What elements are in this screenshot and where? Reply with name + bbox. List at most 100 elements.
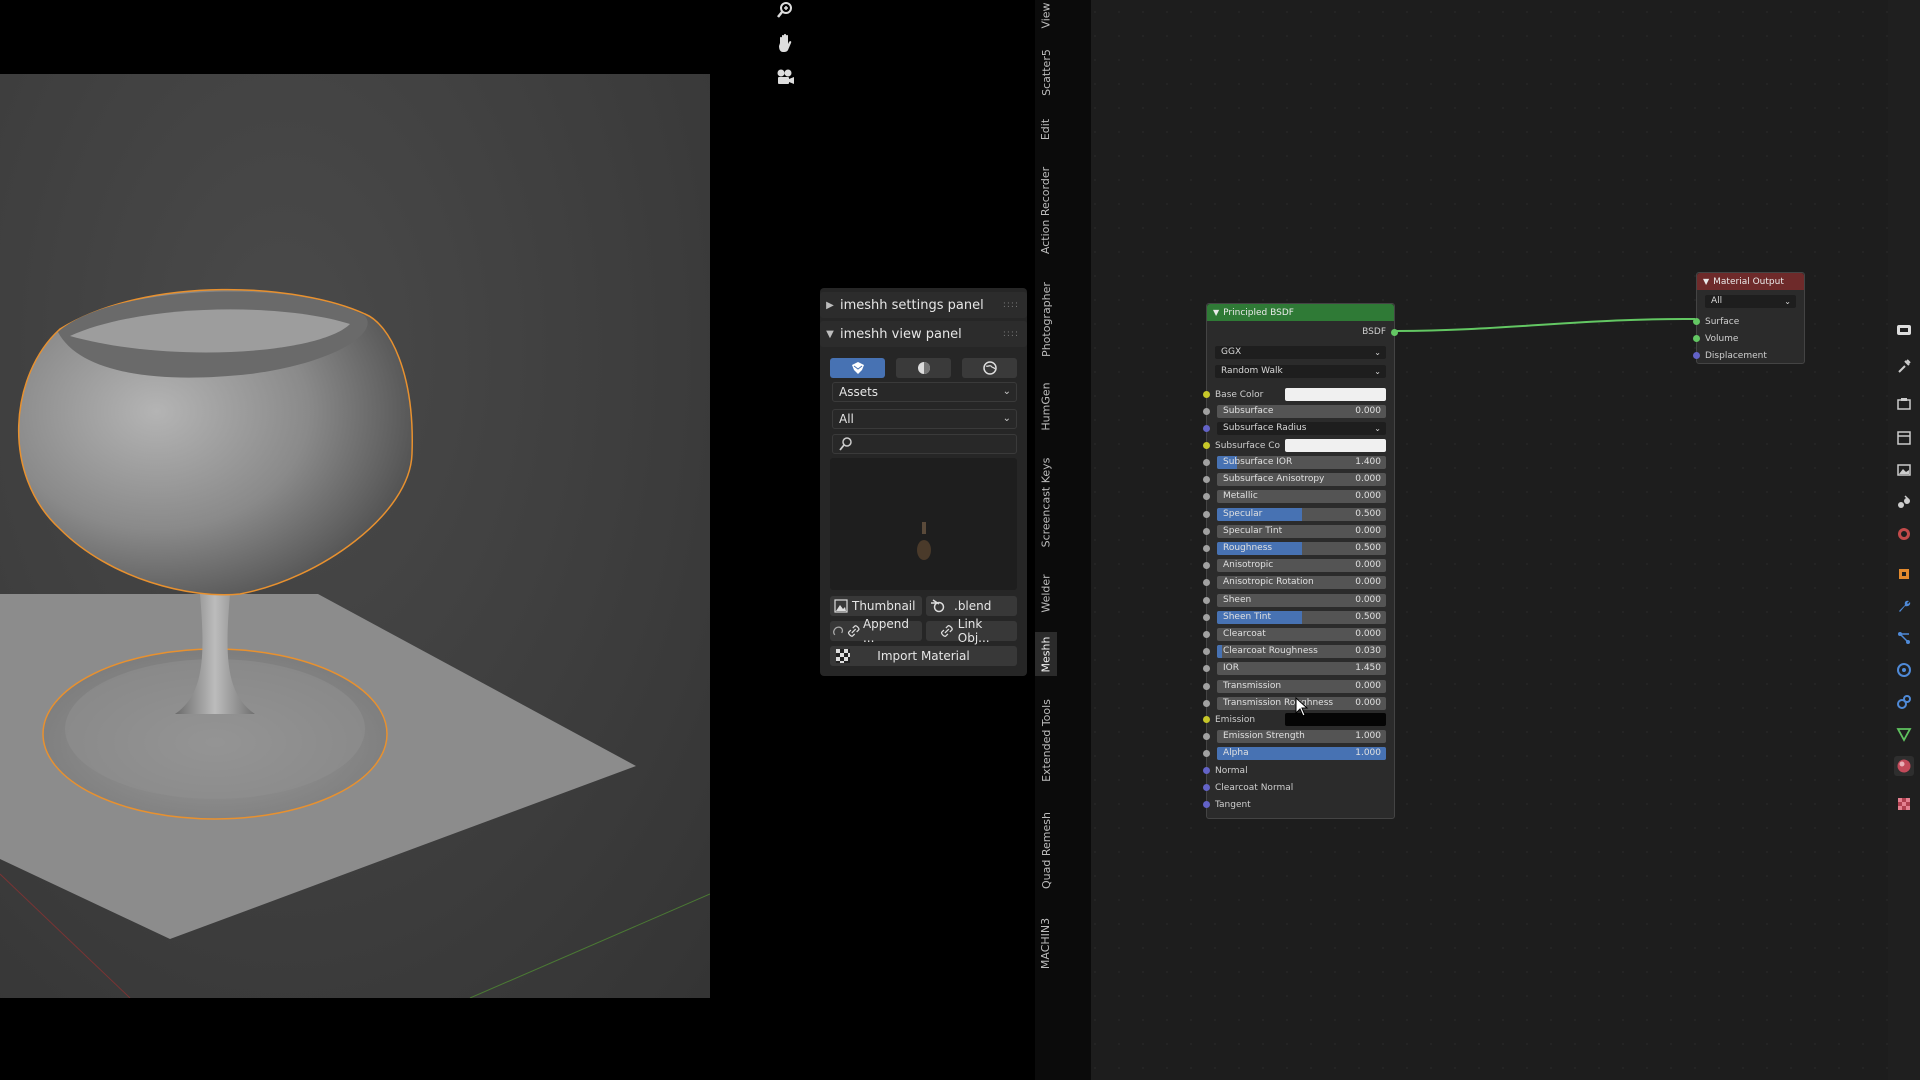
- anisotropic-rotation-value: 0.000: [1355, 577, 1381, 587]
- ior-socket[interactable]: [1203, 665, 1210, 672]
- clearcoat-field[interactable]: Clearcoat 0.000: [1217, 628, 1386, 641]
- mouse-cursor-icon: [1295, 697, 1309, 717]
- object-properties-icon[interactable]: [1894, 564, 1914, 584]
- subsurface-socket[interactable]: [1203, 408, 1210, 415]
- emission-label: Emission: [1215, 714, 1256, 725]
- roughness-field[interactable]: Roughness 0.500: [1217, 542, 1386, 555]
- displacement-row: Displacement: [1705, 350, 1767, 361]
- tools-icon[interactable]: [1894, 356, 1914, 376]
- metallic-socket[interactable]: [1203, 493, 1210, 500]
- metallic-value: 0.000: [1355, 491, 1381, 501]
- clearcoat-roughness-socket[interactable]: [1203, 648, 1210, 655]
- physics-icon[interactable]: [1894, 660, 1914, 680]
- distribution-value: GGX: [1221, 347, 1242, 357]
- chevron-down-icon: ▼: [1703, 277, 1710, 286]
- render-properties-icon[interactable]: [1894, 394, 1914, 414]
- clearcoat-roughness-field[interactable]: Clearcoat Roughness 0.030: [1217, 645, 1386, 658]
- render-target-select[interactable]: All ⌄: [1705, 295, 1796, 308]
- anisotropic-rotation-field[interactable]: Anisotropic Rotation 0.000: [1217, 576, 1386, 589]
- subsurface-color-swatch[interactable]: [1285, 439, 1386, 452]
- principled-bsdf-node[interactable]: ▼ Principled BSDF BSDF GGX ⌄ Random Walk…: [1203, 303, 1398, 819]
- material-output-title: Material Output: [1713, 276, 1784, 287]
- subsurface-ior-field[interactable]: Subsurface IOR 1.400: [1217, 456, 1386, 469]
- emission-socket[interactable]: [1203, 716, 1210, 723]
- surface-socket[interactable]: [1693, 318, 1700, 325]
- sheen-socket[interactable]: [1203, 597, 1210, 604]
- specular-tint-socket[interactable]: [1203, 528, 1210, 535]
- roughness-socket[interactable]: [1203, 545, 1210, 552]
- volume-socket[interactable]: [1693, 335, 1700, 342]
- specular-tint-value: 0.000: [1355, 526, 1381, 536]
- metallic-label: Metallic: [1223, 491, 1258, 501]
- displacement-socket[interactable]: [1693, 352, 1700, 359]
- sheen-tint-field[interactable]: Sheen Tint 0.500: [1217, 611, 1386, 624]
- base-color-socket[interactable]: [1203, 391, 1210, 398]
- subsurface-radius-row[interactable]: Subsurface Radius ⌄: [1217, 422, 1386, 435]
- emission-strength-socket[interactable]: [1203, 733, 1210, 740]
- world-properties-icon[interactable]: [1894, 524, 1914, 544]
- anisotropic-field[interactable]: Anisotropic 0.000: [1217, 559, 1386, 572]
- clearcoat-normal-socket[interactable]: [1203, 784, 1210, 791]
- chevron-down-icon: ⌄: [1374, 348, 1381, 357]
- material-output-header[interactable]: ▼ Material Output: [1697, 273, 1804, 290]
- specular-label: Specular: [1223, 509, 1263, 519]
- specular-tint-field[interactable]: Specular Tint 0.000: [1217, 525, 1386, 538]
- tangent-row: Tangent: [1215, 799, 1251, 810]
- texture-properties-icon[interactable]: [1894, 794, 1914, 814]
- transmission-roughness-label: Transmission Roughness: [1223, 698, 1334, 708]
- sheen-tint-value: 0.500: [1355, 612, 1381, 622]
- node-links: [1393, 317, 1696, 332]
- anisotropic-rotation-socket[interactable]: [1203, 579, 1210, 586]
- sheen-value: 0.000: [1355, 595, 1381, 605]
- transmission-field[interactable]: Transmission 0.000: [1217, 680, 1386, 693]
- clearcoat-label: Clearcoat: [1223, 629, 1266, 639]
- scene-properties-icon[interactable]: [1894, 492, 1914, 512]
- transmission-roughness-socket[interactable]: [1203, 700, 1210, 707]
- subsurface-ior-label: Subsurface IOR: [1223, 457, 1293, 467]
- principled-bsdf-title: Principled BSDF: [1223, 307, 1294, 318]
- specular-field[interactable]: Specular 0.500: [1217, 508, 1386, 521]
- bsdf-output-row: BSDF: [1215, 325, 1386, 338]
- view-layer-icon[interactable]: [1894, 460, 1914, 480]
- material-output-node[interactable]: ▼ Material Output All ⌄ Surface Volume D…: [1693, 272, 1805, 364]
- principled-bsdf-header[interactable]: ▼ Principled BSDF: [1207, 304, 1394, 321]
- emission-strength-field[interactable]: Emission Strength 1.000: [1217, 730, 1386, 743]
- alpha-socket[interactable]: [1203, 750, 1210, 757]
- anisotropic-socket[interactable]: [1203, 562, 1210, 569]
- metallic-field[interactable]: Metallic 0.000: [1217, 490, 1386, 503]
- clearcoat-normal-row: Clearcoat Normal: [1215, 782, 1294, 793]
- subsurface-color-label: Subsurface Co: [1215, 440, 1281, 451]
- transmission-value: 0.000: [1355, 681, 1381, 691]
- material-properties-icon[interactable]: [1894, 756, 1914, 776]
- constraints-icon[interactable]: [1894, 692, 1914, 712]
- sheen-tint-socket[interactable]: [1203, 614, 1210, 621]
- subsurface-color-socket[interactable]: [1203, 442, 1210, 449]
- subsurface-method-select[interactable]: Random Walk ⌄: [1215, 365, 1386, 378]
- tool-settings-icon[interactable]: [1894, 320, 1914, 340]
- subsurface-anisotropy-field[interactable]: Subsurface Anisotropy 0.000: [1217, 473, 1386, 486]
- transmission-socket[interactable]: [1203, 683, 1210, 690]
- particles-icon[interactable]: [1894, 628, 1914, 648]
- sheen-field[interactable]: Sheen 0.000: [1217, 594, 1386, 607]
- subsurface-radius-socket[interactable]: [1203, 425, 1210, 432]
- subsurface-radius-label: Subsurface Radius: [1223, 423, 1307, 433]
- specular-socket[interactable]: [1203, 511, 1210, 518]
- ior-field[interactable]: IOR 1.450: [1217, 662, 1386, 675]
- subsurface-anisotropy-socket[interactable]: [1203, 476, 1210, 483]
- clearcoat-socket[interactable]: [1203, 631, 1210, 638]
- data-mesh-icon[interactable]: [1894, 724, 1914, 744]
- specular-value: 0.500: [1355, 509, 1381, 519]
- modifier-wrench-icon[interactable]: [1894, 596, 1914, 616]
- bsdf-output-socket[interactable]: [1391, 329, 1398, 336]
- output-properties-icon[interactable]: [1894, 428, 1914, 448]
- base-color-label: Base Color: [1215, 389, 1264, 400]
- alpha-field[interactable]: Alpha 1.000: [1217, 747, 1386, 760]
- base-color-swatch[interactable]: [1285, 388, 1386, 401]
- normal-socket[interactable]: [1203, 767, 1210, 774]
- distribution-select[interactable]: GGX ⌄: [1215, 346, 1386, 359]
- subsurface-ior-socket[interactable]: [1203, 459, 1210, 466]
- tangent-socket[interactable]: [1203, 801, 1210, 808]
- surface-row: Surface: [1705, 316, 1740, 327]
- anisotropic-rotation-label: Anisotropic Rotation: [1223, 577, 1314, 587]
- subsurface-field[interactable]: Subsurface 0.000: [1217, 405, 1386, 418]
